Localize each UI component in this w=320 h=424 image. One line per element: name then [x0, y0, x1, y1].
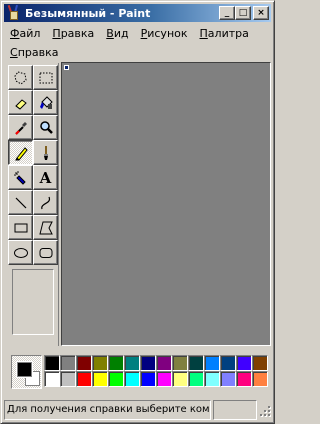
palette-color-1[interactable] — [44, 355, 60, 371]
palette-color-8[interactable] — [156, 355, 172, 371]
palette-color-26[interactable] — [220, 371, 236, 387]
eyedropper-icon — [14, 121, 27, 135]
palette-color-6[interactable] — [124, 355, 140, 371]
palette-color-21[interactable] — [140, 371, 156, 387]
menu-view[interactable]: Вид — [100, 27, 134, 40]
menu-bar: Файл Правка Вид Рисунок Палитра Справка — [4, 24, 271, 62]
tool-fill[interactable] — [33, 90, 58, 115]
tool-text[interactable]: A — [33, 165, 58, 190]
tool-pencil[interactable] — [8, 140, 33, 165]
rectangle-icon — [14, 223, 27, 232]
tool-rounded-rectangle[interactable] — [33, 240, 58, 265]
pencil-icon — [14, 146, 28, 161]
palette-color-16[interactable] — [60, 371, 76, 387]
palette-color-28[interactable] — [252, 371, 268, 387]
canvas-resize-handle[interactable] — [64, 65, 69, 70]
eraser-icon — [14, 98, 27, 110]
palette-color-4[interactable] — [92, 355, 108, 371]
palette-color-23[interactable] — [172, 371, 188, 387]
palette-color-13[interactable] — [236, 355, 252, 371]
menu-edit[interactable]: Правка — [46, 27, 100, 40]
palette-color-24[interactable] — [188, 371, 204, 387]
menu-file[interactable]: Файл — [4, 27, 46, 40]
line-icon — [15, 197, 26, 208]
palette-color-25[interactable] — [204, 371, 220, 387]
curve-icon — [40, 196, 50, 209]
maximize-button[interactable]: □ — [235, 6, 251, 20]
fill-bucket-icon — [39, 95, 53, 109]
status-cursor-position — [213, 400, 257, 420]
close-icon: × — [257, 7, 265, 18]
rounded-rect-icon — [39, 247, 52, 258]
palette-color-11[interactable] — [204, 355, 220, 371]
toolbox: A — [5, 63, 59, 346]
paint-app-icon[interactable] — [6, 4, 22, 21]
title-bar[interactable]: Безымянный - Paint _ □ × — [4, 4, 271, 22]
palette-color-7[interactable] — [140, 355, 156, 371]
paint-window: Безымянный - Paint _ □ × Файл Правка Вид… — [0, 0, 275, 424]
color-palette — [44, 355, 268, 387]
menu-colors[interactable]: Палитра — [194, 27, 255, 40]
minimize-icon: _ — [224, 7, 230, 18]
status-bar: Для получения справки выберите команду — [4, 400, 271, 420]
airbrush-icon — [13, 170, 26, 185]
tool-curve[interactable] — [33, 190, 58, 215]
menu-image[interactable]: Рисунок — [135, 27, 194, 40]
close-button[interactable]: × — [253, 6, 269, 20]
color-box — [4, 350, 271, 396]
tool-line[interactable] — [8, 190, 33, 215]
palette-color-3[interactable] — [76, 355, 92, 371]
current-colors[interactable] — [11, 355, 42, 389]
tool-polygon[interactable] — [33, 215, 58, 240]
palette-color-5[interactable] — [108, 355, 124, 371]
brush-icon — [43, 145, 48, 160]
tool-brush[interactable] — [33, 140, 58, 165]
free-select-icon — [13, 70, 27, 85]
polygon-icon — [38, 221, 53, 234]
window-title: Безымянный - Paint — [25, 6, 151, 20]
tools-grid: A — [8, 65, 58, 265]
tool-rectangle[interactable] — [8, 215, 33, 240]
palette-color-17[interactable] — [76, 371, 92, 387]
palette-color-20[interactable] — [124, 371, 140, 387]
palette-color-22[interactable] — [156, 371, 172, 387]
tool-airbrush[interactable] — [8, 165, 33, 190]
palette-color-18[interactable] — [92, 371, 108, 387]
menu-row-2: Справка — [4, 43, 271, 62]
palette-color-12[interactable] — [220, 355, 236, 371]
resize-grip[interactable] — [259, 400, 271, 418]
palette-color-10[interactable] — [188, 355, 204, 371]
menu-row-1: Файл Правка Вид Рисунок Палитра — [4, 24, 271, 43]
tool-eraser[interactable] — [8, 90, 33, 115]
tool-magnifier[interactable] — [33, 115, 58, 140]
foreground-color-swatch[interactable] — [17, 362, 32, 377]
text-icon: A — [39, 168, 52, 187]
status-help-text: Для получения справки выберите команду — [4, 400, 211, 420]
tool-options-box[interactable] — [12, 269, 54, 335]
maximize-icon: □ — [238, 7, 248, 18]
tool-pick-color[interactable] — [8, 115, 33, 140]
rect-select-icon — [39, 72, 52, 83]
menu-help[interactable]: Справка — [4, 46, 64, 59]
magnifier-icon — [39, 120, 53, 134]
palette-color-14[interactable] — [252, 355, 268, 371]
drawing-canvas-area[interactable] — [61, 62, 271, 346]
tool-ellipse[interactable] — [8, 240, 33, 265]
tool-free-form-select[interactable] — [8, 65, 33, 90]
minimize-button[interactable]: _ — [219, 6, 235, 20]
palette-color-27[interactable] — [236, 371, 252, 387]
palette-color-19[interactable] — [108, 371, 124, 387]
palette-color-15[interactable] — [44, 371, 60, 387]
ellipse-icon — [13, 247, 28, 258]
palette-color-9[interactable] — [172, 355, 188, 371]
tool-select[interactable] — [33, 65, 58, 90]
palette-color-2[interactable] — [60, 355, 76, 371]
